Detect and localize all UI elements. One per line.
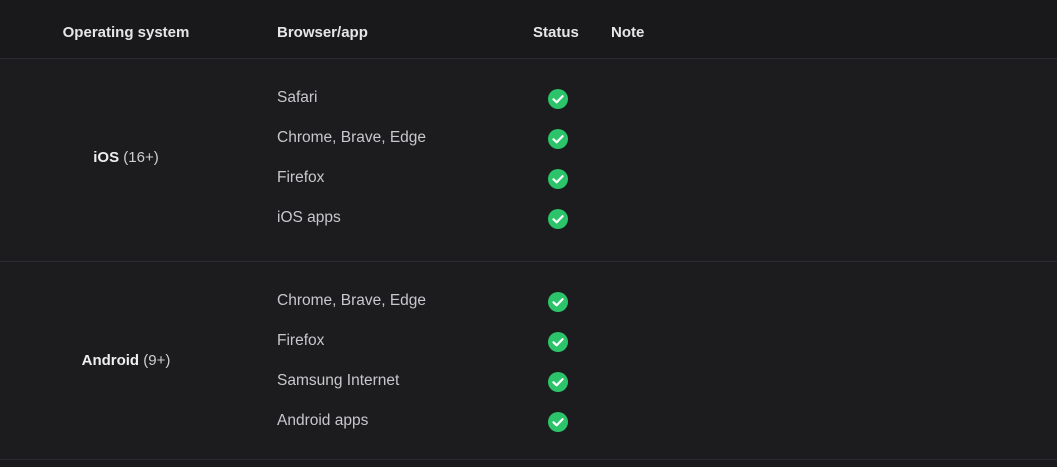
group-android: Android (9+) Chrome, Brave, Edge Firefox… — [0, 262, 1057, 460]
browser-cell: iOS apps — [277, 209, 341, 226]
table-header: Operating system Browser/app Status Note — [0, 0, 1057, 59]
table-row: Samsung Internet — [0, 372, 1057, 412]
table-row: iOS apps — [0, 209, 1057, 249]
browser-cell: Firefox — [277, 332, 325, 349]
table-row: Safari — [0, 89, 1057, 129]
header-browser-app: Browser/app — [277, 24, 368, 41]
browser-cell: Safari — [277, 89, 318, 106]
check-icon — [548, 292, 568, 312]
group-ios: iOS (16+) Safari Chrome, Brave, Edge Fir… — [0, 59, 1057, 262]
browser-cell: Chrome, Brave, Edge — [277, 292, 427, 309]
table-row: Firefox — [0, 332, 1057, 372]
browser-cell: Chrome, Brave, Edge — [277, 129, 427, 146]
check-icon — [548, 89, 568, 109]
table-footer-strip — [0, 460, 1057, 467]
check-icon — [548, 372, 568, 392]
browser-cell: Samsung Internet — [277, 372, 400, 389]
check-icon — [548, 412, 568, 432]
check-icon — [548, 129, 568, 149]
check-icon — [548, 209, 568, 229]
browser-cell: Android apps — [277, 412, 369, 429]
browser-cell: Firefox — [277, 169, 325, 186]
header-status: Status — [533, 24, 579, 41]
table-row: Firefox — [0, 169, 1057, 209]
table-row: Android apps — [0, 412, 1057, 452]
table-row: Chrome, Brave, Edge — [0, 129, 1057, 169]
header-operating-system: Operating system — [62, 24, 190, 41]
compatibility-table: Operating system Browser/app Status Note… — [0, 0, 1057, 467]
header-note: Note — [611, 24, 645, 41]
table-row: Chrome, Brave, Edge — [0, 292, 1057, 332]
check-icon — [548, 169, 568, 189]
check-icon — [548, 332, 568, 352]
